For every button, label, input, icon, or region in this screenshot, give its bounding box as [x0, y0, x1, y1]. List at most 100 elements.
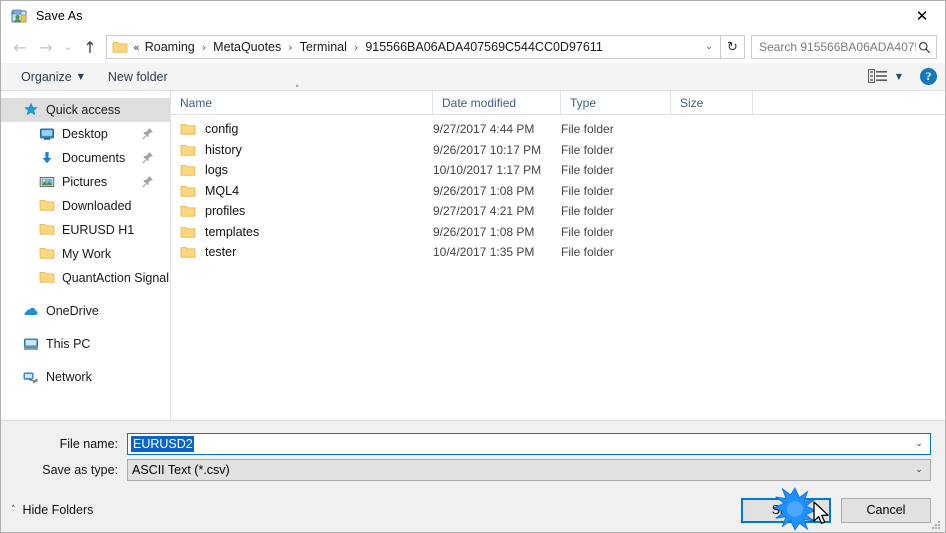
breadcrumb-item-2[interactable]: Terminal: [298, 40, 349, 54]
back-button[interactable]: ←: [7, 34, 33, 60]
dialog-body: Quick access Desktop Documents Pictures …: [1, 85, 945, 420]
date-modified-cell: 9/26/2017 1:08 PM: [433, 224, 535, 239]
folder-icon: [39, 270, 55, 286]
column-headers: Name ˄ Date modified Type Size: [171, 85, 945, 115]
folder-icon: [39, 198, 55, 214]
sidebar-item-label: QuantAction Signal: [62, 271, 170, 285]
refresh-icon[interactable]: ↻: [721, 35, 745, 59]
type-cell: File folder: [561, 245, 614, 260]
file-name-label: history: [205, 142, 242, 157]
save-button[interactable]: Save: [741, 497, 831, 523]
view-layout-icon[interactable]: [867, 68, 888, 85]
forward-button[interactable]: →: [33, 34, 59, 60]
save-as-type-value: ASCII Text (*.csv): [132, 462, 230, 477]
file-name-label: MQL4: [205, 183, 240, 198]
file-name-input[interactable]: EURUSD2 ⌄: [127, 432, 931, 455]
type-cell: File folder: [561, 122, 614, 137]
sidebar-item-documents[interactable]: Documents: [1, 146, 170, 170]
file-name-label: File name:: [59, 436, 118, 451]
folder-icon: [180, 225, 196, 239]
chevron-down-icon[interactable]: ⌄: [908, 460, 930, 480]
table-row[interactable]: history 9/26/2017 10:17 PM File folder: [171, 140, 945, 161]
sidebar-item-label: Pictures: [62, 175, 108, 189]
chevron-right-icon: ›: [288, 40, 293, 54]
hide-folders-button[interactable]: ˄ Hide Folders: [11, 503, 93, 517]
toolbar: Organize ▼ New folder ▼ ?: [1, 63, 945, 91]
cancel-button[interactable]: Cancel: [841, 497, 931, 523]
folder-icon: [180, 163, 196, 177]
sidebar-item-label: Quick access: [46, 103, 121, 117]
sidebar-divider: [1, 356, 170, 365]
resize-grip[interactable]: [930, 518, 942, 530]
column-header-type[interactable]: Type: [561, 90, 671, 115]
new-folder-button[interactable]: New folder: [102, 68, 174, 86]
breadcrumb-item-3[interactable]: 915566BA06ADA407569C544CC0D97611: [363, 40, 604, 54]
date-modified-cell: 10/4/2017 1:35 PM: [433, 245, 535, 260]
close-icon[interactable]: ✕: [899, 1, 945, 31]
pin-icon[interactable]: [142, 151, 154, 164]
sidebar-item-onedrive[interactable]: OneDrive: [1, 299, 170, 323]
file-name-label: config: [205, 122, 239, 137]
help-icon[interactable]: ?: [920, 68, 937, 85]
sidebar-item-label: EURUSD H1: [62, 223, 135, 237]
sidebar-item-desktop[interactable]: Desktop: [1, 122, 170, 146]
table-row[interactable]: templates 9/26/2017 1:08 PM File folder: [171, 222, 945, 243]
table-row[interactable]: MQL4 9/26/2017 1:08 PM File folder: [171, 181, 945, 202]
up-button[interactable]: ↑: [77, 34, 103, 60]
sidebar-item-quantaction-signal[interactable]: QuantAction Signal: [1, 266, 170, 290]
file-rows: config 9/27/2017 4:44 PM File folder his…: [171, 115, 945, 420]
title-bar: Save As ✕: [1, 1, 945, 31]
sidebar-item-quick-access[interactable]: Quick access: [1, 98, 170, 122]
network-icon: [23, 369, 39, 385]
type-cell: File folder: [561, 142, 614, 157]
view-chevron-down-icon[interactable]: ▼: [896, 72, 902, 81]
column-header-name[interactable]: Name ˄: [171, 85, 433, 115]
file-name-cell: MQL4: [171, 184, 433, 198]
column-header-size[interactable]: Size: [671, 90, 753, 115]
sidebar-item-label: OneDrive: [46, 304, 99, 318]
table-row[interactable]: config 9/27/2017 4:44 PM File folder: [171, 119, 945, 140]
table-row[interactable]: logs 10/10/2017 1:17 PM File folder: [171, 160, 945, 181]
sidebar-item-this-pc[interactable]: This PC: [1, 332, 170, 356]
save-as-type-select[interactable]: ASCII Text (*.csv) ⌄: [127, 458, 931, 481]
file-name-label: tester: [205, 245, 237, 260]
search-box[interactable]: Search 915566BA06ADA40756...: [751, 35, 937, 59]
file-name-label: logs: [205, 163, 228, 178]
sidebar-item-label: Downloaded: [62, 199, 132, 213]
breadcrumb-item-1[interactable]: MetaQuotes: [211, 40, 283, 54]
pin-icon[interactable]: [142, 175, 154, 188]
folder-icon: [39, 222, 55, 238]
chevron-down-icon[interactable]: ⌄: [698, 36, 720, 58]
hide-folders-label: Hide Folders: [22, 503, 94, 517]
date-modified-cell: 10/10/2017 1:17 PM: [433, 163, 542, 178]
pin-icon[interactable]: [142, 127, 154, 140]
file-list-pane: Name ˄ Date modified Type Size config 9/…: [171, 85, 945, 420]
column-header-date-modified[interactable]: Date modified: [433, 90, 561, 115]
folder-icon: [180, 184, 196, 198]
type-cell: File folder: [561, 183, 614, 198]
type-cell: File folder: [561, 163, 614, 178]
file-name-cell: tester: [171, 245, 433, 259]
folder-icon: [112, 40, 128, 54]
table-row[interactable]: profiles 9/27/2017 4:21 PM File folder: [171, 201, 945, 222]
sidebar-item-label: This PC: [46, 337, 91, 351]
column-label: Name: [180, 95, 213, 110]
sidebar-item-downloaded[interactable]: Downloaded: [1, 194, 170, 218]
table-row[interactable]: tester 10/4/2017 1:35 PM File folder: [171, 242, 945, 263]
address-bar[interactable]: « Roaming › MetaQuotes › Terminal › 9155…: [106, 35, 721, 59]
file-name-cell: logs: [171, 163, 433, 177]
organize-button[interactable]: Organize ▼: [15, 68, 90, 86]
sidebar-item-network[interactable]: Network: [1, 365, 170, 389]
sidebar-item-label: Network: [46, 370, 92, 384]
search-input-placeholder[interactable]: Search 915566BA06ADA40756...: [759, 40, 916, 54]
chevron-down-icon[interactable]: ⌄: [908, 434, 930, 454]
sidebar-item-eurusd-h1[interactable]: EURUSD H1: [1, 218, 170, 242]
sidebar-item-label: Documents: [62, 151, 126, 165]
recent-locations-button[interactable]: ⌄: [59, 34, 77, 60]
breadcrumb-item-0[interactable]: Roaming: [143, 40, 197, 54]
sidebar-item-my-work[interactable]: My Work: [1, 242, 170, 266]
desktop-icon: [39, 126, 55, 142]
breadcrumb: « Roaming › MetaQuotes › Terminal › 9155…: [133, 40, 698, 54]
breadcrumb-overflow-icon[interactable]: «: [133, 41, 143, 54]
sidebar-item-pictures[interactable]: Pictures: [1, 170, 170, 194]
